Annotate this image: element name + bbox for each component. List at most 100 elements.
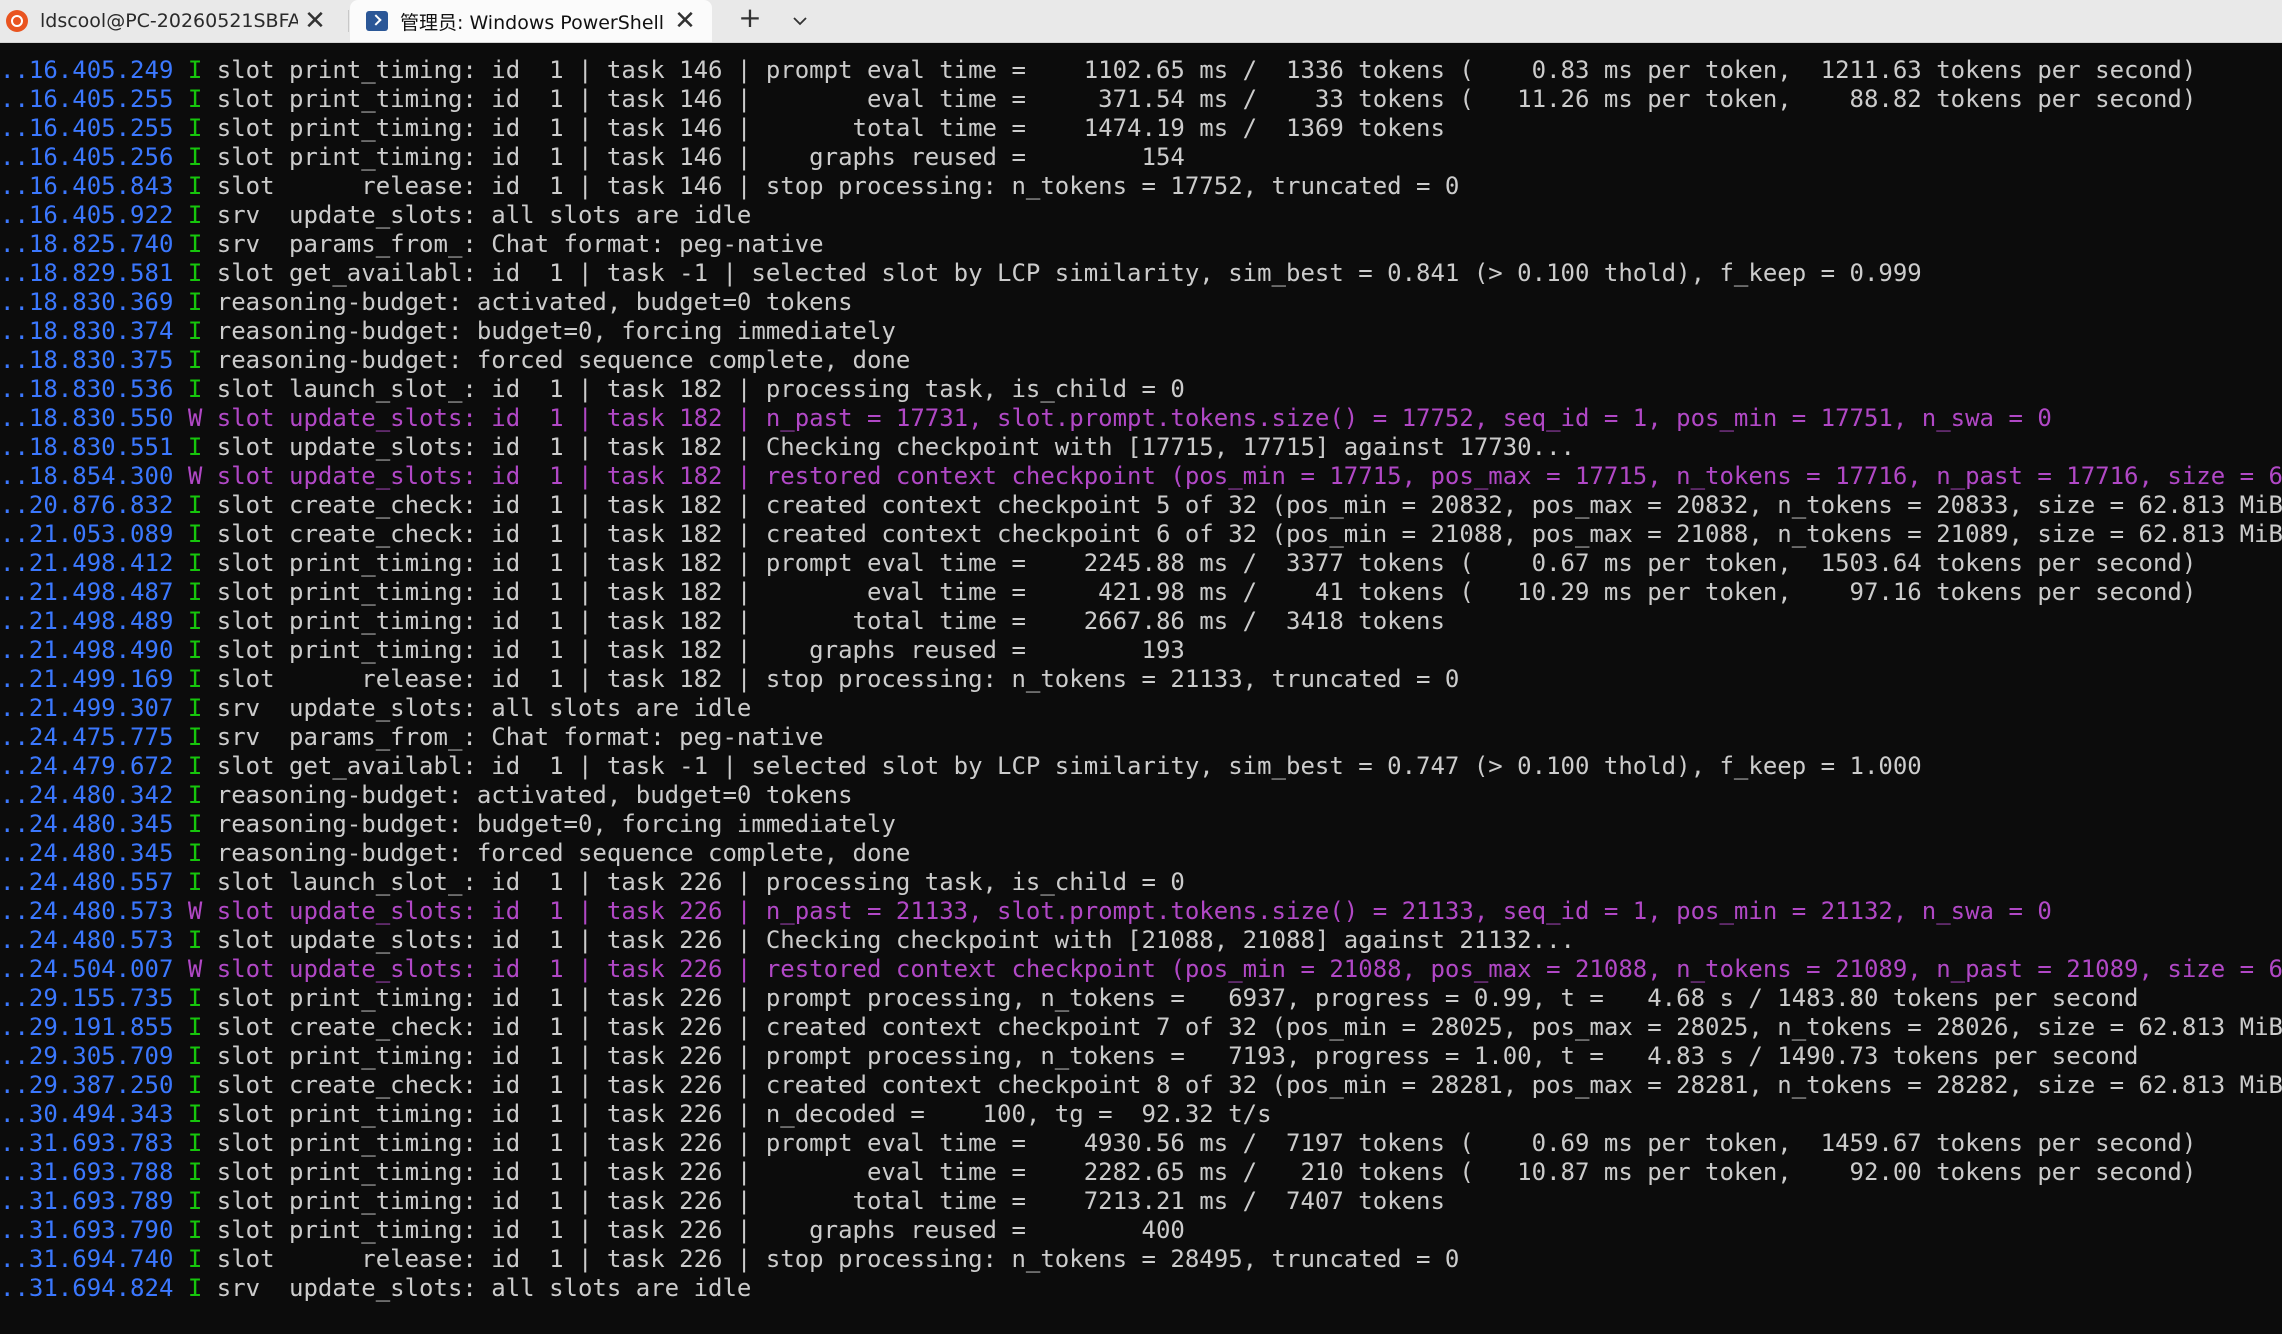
log-line: ..29.387.250 I slot create_check: id 1 |… <box>0 1071 2282 1100</box>
log-message: slot print_timing: id 1 | task 146 | eva… <box>216 85 2197 113</box>
tab-powershell[interactable]: 管理员: Windows PowerShell ✕ <box>350 0 712 42</box>
log-level: I <box>187 85 203 113</box>
log-level: I <box>187 723 203 751</box>
log-line: ..18.830.550 W slot update_slots: id 1 |… <box>0 404 2282 433</box>
log-line: ..18.830.369 I reasoning-budget: activat… <box>0 288 2282 317</box>
log-timestamp: ..31.693.788 <box>0 1158 174 1186</box>
log-line: ..31.693.788 I slot print_timing: id 1 |… <box>0 1158 2282 1187</box>
log-message: slot update_slots: id 1 | task 182 | Che… <box>216 433 1575 461</box>
log-line: ..21.498.487 I slot print_timing: id 1 |… <box>0 578 2282 607</box>
log-line: ..21.499.169 I slot release: id 1 | task… <box>0 665 2282 694</box>
log-line: ..21.498.412 I slot print_timing: id 1 |… <box>0 549 2282 578</box>
log-level: I <box>187 317 203 345</box>
log-message: slot print_timing: id 1 | task 182 | eva… <box>216 578 2197 606</box>
tab-title: 管理员: Windows PowerShell <box>400 11 665 34</box>
log-timestamp: ..31.693.790 <box>0 1216 174 1244</box>
log-timestamp: ..21.498.412 <box>0 549 174 577</box>
log-message: slot print_timing: id 1 | task 182 | gra… <box>216 636 1185 664</box>
log-level: I <box>187 1187 203 1215</box>
terminal-output[interactable]: ..16.405.249 I slot print_timing: id 1 |… <box>0 56 2282 1334</box>
log-message: slot get_availabl: id 1 | task -1 | sele… <box>216 752 1922 780</box>
log-line: ..31.693.790 I slot print_timing: id 1 |… <box>0 1216 2282 1245</box>
log-level: I <box>187 288 203 316</box>
log-timestamp: ..31.693.789 <box>0 1187 174 1215</box>
log-message: slot update_slots: id 1 | task 226 | n_p… <box>216 897 2052 925</box>
log-timestamp: ..24.480.342 <box>0 781 174 809</box>
log-line: ..29.155.735 I slot print_timing: id 1 |… <box>0 984 2282 1013</box>
close-icon[interactable]: ✕ <box>298 4 332 38</box>
log-message: slot launch_slot_: id 1 | task 226 | pro… <box>216 868 1185 896</box>
log-line: ..24.480.345 I reasoning-budget: forced … <box>0 839 2282 868</box>
log-level: I <box>187 1071 203 1099</box>
log-timestamp: ..29.387.250 <box>0 1071 174 1099</box>
log-timestamp: ..24.480.345 <box>0 810 174 838</box>
log-message: reasoning-budget: forced sequence comple… <box>216 839 911 867</box>
log-line: ..31.693.783 I slot print_timing: id 1 |… <box>0 1129 2282 1158</box>
log-line: ..24.480.557 I slot launch_slot_: id 1 |… <box>0 868 2282 897</box>
log-timestamp: ..24.480.345 <box>0 839 174 867</box>
log-level: I <box>187 56 203 84</box>
log-timestamp: ..29.155.735 <box>0 984 174 1012</box>
log-message: slot release: id 1 | task 146 | stop pro… <box>216 172 1460 200</box>
log-message: slot create_check: id 1 | task 226 | cre… <box>216 1013 2282 1041</box>
log-line: ..16.405.843 I slot release: id 1 | task… <box>0 172 2282 201</box>
log-level: I <box>187 433 203 461</box>
log-message: slot update_slots: id 1 | task 226 | res… <box>216 955 2282 983</box>
log-level: I <box>187 201 203 229</box>
log-message: slot print_timing: id 1 | task 226 | pro… <box>216 1129 2197 1157</box>
log-line: ..29.305.709 I slot print_timing: id 1 |… <box>0 1042 2282 1071</box>
log-timestamp: ..16.405.843 <box>0 172 174 200</box>
log-timestamp: ..16.405.249 <box>0 56 174 84</box>
log-message: slot create_check: id 1 | task 182 | cre… <box>216 491 2282 519</box>
powershell-icon <box>366 11 388 31</box>
log-line: ..18.825.740 I srv params_from_: Chat fo… <box>0 230 2282 259</box>
log-message: srv update_slots: all slots are idle <box>216 694 752 722</box>
log-line: ..31.694.740 I slot release: id 1 | task… <box>0 1245 2282 1274</box>
log-timestamp: ..31.693.783 <box>0 1129 174 1157</box>
tab-dropdown-button[interactable] <box>780 0 820 42</box>
close-icon[interactable]: ✕ <box>668 4 702 38</box>
tab-ubuntu[interactable]: ldscool@PC-20260521SBFA: ~ ✕ <box>0 0 350 42</box>
log-timestamp: ..24.504.007 <box>0 955 174 983</box>
log-level: I <box>187 1158 203 1186</box>
log-message: slot create_check: id 1 | task 226 | cre… <box>216 1071 2282 1099</box>
log-timestamp: ..18.830.369 <box>0 288 174 316</box>
log-level: I <box>187 1013 203 1041</box>
log-level: I <box>187 839 203 867</box>
log-level: I <box>187 752 203 780</box>
log-level: W <box>187 955 203 983</box>
log-message: srv params_from_: Chat format: peg-nativ… <box>216 230 824 258</box>
log-message: slot create_check: id 1 | task 182 | cre… <box>216 520 2282 548</box>
log-level: I <box>187 1129 203 1157</box>
log-level: I <box>187 607 203 635</box>
log-line: ..18.830.536 I slot launch_slot_: id 1 |… <box>0 375 2282 404</box>
log-timestamp: ..24.479.672 <box>0 752 174 780</box>
log-line: ..24.480.573 W slot update_slots: id 1 |… <box>0 897 2282 926</box>
log-timestamp: ..21.498.490 <box>0 636 174 664</box>
log-message: slot print_timing: id 1 | task 146 | tot… <box>216 114 1445 142</box>
log-message: slot update_slots: id 1 | task 182 | res… <box>216 462 2282 490</box>
log-timestamp: ..24.480.557 <box>0 868 174 896</box>
log-level: I <box>187 1042 203 1070</box>
log-level: I <box>187 810 203 838</box>
log-timestamp: ..18.825.740 <box>0 230 174 258</box>
log-line: ..24.480.573 I slot update_slots: id 1 |… <box>0 926 2282 955</box>
new-tab-button[interactable]: + <box>730 0 770 42</box>
log-line: ..24.480.345 I reasoning-budget: budget=… <box>0 810 2282 839</box>
log-line: ..24.479.672 I slot get_availabl: id 1 |… <box>0 752 2282 781</box>
log-timestamp: ..21.498.487 <box>0 578 174 606</box>
log-message: slot print_timing: id 1 | task 226 | n_d… <box>216 1100 1272 1128</box>
log-level: I <box>187 346 203 374</box>
log-message: reasoning-budget: activated, budget=0 to… <box>216 288 853 316</box>
log-line: ..24.480.342 I reasoning-budget: activat… <box>0 781 2282 810</box>
log-line: ..18.830.374 I reasoning-budget: budget=… <box>0 317 2282 346</box>
log-message: slot print_timing: id 1 | task 182 | tot… <box>216 607 1445 635</box>
log-level: I <box>187 491 203 519</box>
log-timestamp: ..16.405.922 <box>0 201 174 229</box>
log-timestamp: ..21.499.307 <box>0 694 174 722</box>
log-level: I <box>187 926 203 954</box>
tab-divider <box>348 10 349 32</box>
log-message: slot release: id 1 | task 182 | stop pro… <box>216 665 1460 693</box>
log-timestamp: ..24.480.573 <box>0 897 174 925</box>
log-timestamp: ..18.830.374 <box>0 317 174 345</box>
